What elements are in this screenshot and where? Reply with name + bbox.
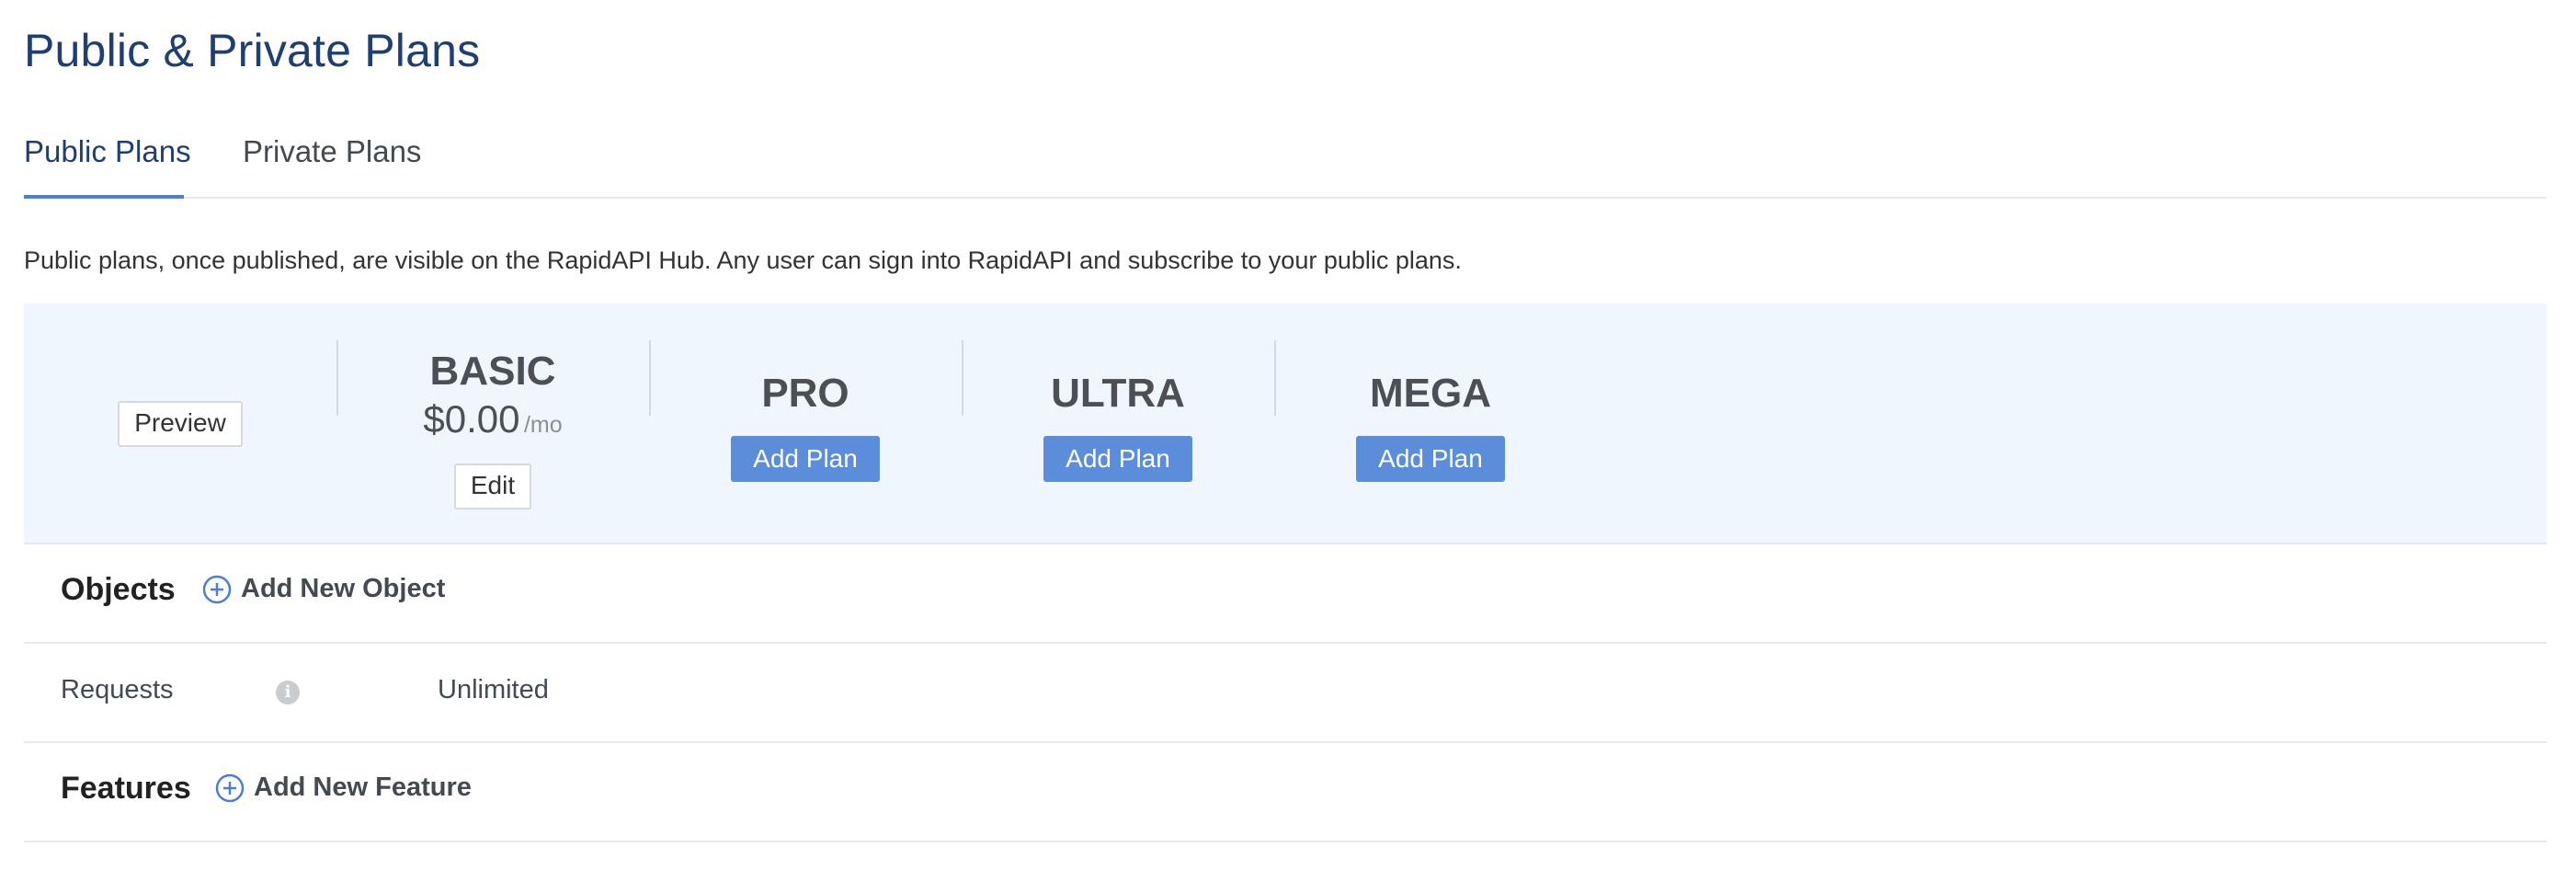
plan-column-ultra: ULTRA Add Plan bbox=[962, 303, 1274, 543]
plans-header: Preview BASIC $0.00 /mo Edit PRO Add Pla… bbox=[24, 303, 2547, 544]
edit-plan-button[interactable]: Edit bbox=[453, 464, 532, 509]
requests-basic-value: Unlimited bbox=[438, 675, 549, 704]
requests-row: Requests i Unlimited bbox=[24, 644, 2547, 743]
objects-section-title: Objects bbox=[61, 572, 176, 607]
requests-label: Requests bbox=[61, 675, 174, 704]
preview-column: Preview bbox=[24, 303, 336, 543]
info-icon[interactable]: i bbox=[276, 681, 300, 704]
add-plan-pro-button[interactable]: Add Plan bbox=[731, 436, 880, 482]
plan-price-basic: $0.00 /mo bbox=[336, 397, 649, 441]
add-plan-mega-button[interactable]: Add Plan bbox=[1356, 436, 1505, 482]
plan-column-pro: PRO Add Plan bbox=[649, 303, 962, 543]
plans-tabs: Public Plans Private Plans bbox=[24, 129, 2547, 199]
preview-button[interactable]: Preview bbox=[118, 401, 243, 447]
plan-name-pro: PRO bbox=[761, 371, 849, 416]
price-amount: $0.00 bbox=[423, 397, 520, 441]
add-plan-ultra-button[interactable]: Add Plan bbox=[1043, 436, 1192, 482]
objects-section-row: Objects Add New Object bbox=[24, 544, 2547, 644]
add-new-feature-label: Add New Feature bbox=[254, 773, 472, 802]
features-section-row: Features Add New Feature bbox=[24, 743, 2547, 842]
features-section-title: Features bbox=[61, 771, 191, 806]
plan-name-mega: MEGA bbox=[1370, 371, 1491, 416]
plan-name-basic: BASIC bbox=[429, 349, 556, 394]
plans-table: Preview BASIC $0.00 /mo Edit PRO Add Pla… bbox=[24, 303, 2547, 842]
add-new-object-label: Add New Object bbox=[241, 574, 446, 603]
add-new-feature-button[interactable]: Add New Feature bbox=[215, 773, 472, 803]
add-new-object-button[interactable]: Add New Object bbox=[202, 574, 445, 604]
page-title: Public & Private Plans bbox=[24, 25, 481, 76]
plus-circle-icon bbox=[215, 773, 245, 802]
price-period: /mo bbox=[523, 412, 563, 438]
tab-private-plans[interactable]: Private Plans bbox=[243, 129, 445, 197]
plus-circle-icon bbox=[202, 575, 232, 603]
plan-column-mega: MEGA Add Plan bbox=[1274, 303, 1587, 543]
plan-name-ultra: ULTRA bbox=[1051, 371, 1185, 416]
public-plans-description: Public plans, once published, are visibl… bbox=[24, 246, 1462, 274]
plan-column-basic: BASIC $0.00 /mo Edit bbox=[336, 303, 649, 543]
tab-public-plans[interactable]: Public Plans bbox=[24, 129, 191, 199]
